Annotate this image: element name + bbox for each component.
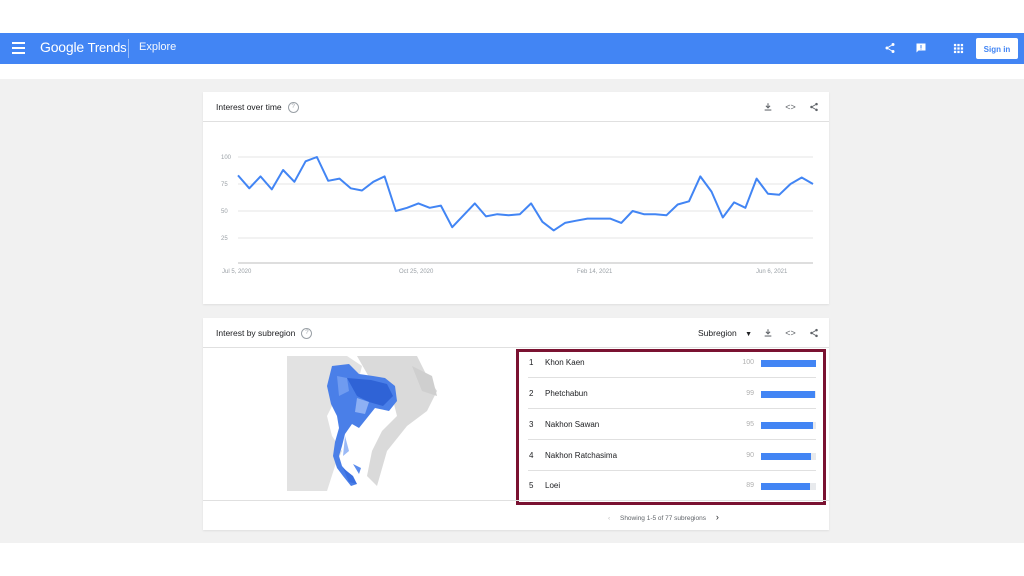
subregion-select[interactable]: Subregion ▼ xyxy=(698,328,752,338)
subregion-select-label: Subregion xyxy=(698,328,737,338)
trends-page: Google Trends Explore Sign in Interest o… xyxy=(0,33,1024,543)
y-tick-label: 50 xyxy=(221,209,228,215)
interest-by-subregion-title: Interest by subregion? xyxy=(216,328,313,340)
prev-page-icon[interactable]: ‹ xyxy=(608,515,610,522)
dropdown-arrow-icon: ▼ xyxy=(745,331,753,338)
card-title-text: Interest over time xyxy=(216,102,282,112)
brand-google: Google xyxy=(40,39,84,55)
thailand-map[interactable] xyxy=(287,356,447,491)
row-name: Khon Kaen xyxy=(545,358,585,367)
feedback-icon[interactable] xyxy=(913,40,929,56)
row-bar xyxy=(761,453,816,460)
interest-over-time-card: Interest over time? <> 100 75 50 25 Jul 5, 2… xyxy=(203,92,829,304)
row-bar xyxy=(761,483,816,490)
row-value: 99 xyxy=(746,390,754,397)
y-tick-label: 25 xyxy=(221,236,228,242)
top-app-bar: Google Trends Explore Sign in xyxy=(0,33,1024,64)
row-bar-fill xyxy=(761,453,811,460)
next-page-icon[interactable]: › xyxy=(716,512,719,522)
list-item[interactable]: 1 Khon Kaen 100 xyxy=(528,348,816,378)
section-title: Explore xyxy=(139,41,177,53)
download-icon[interactable] xyxy=(762,101,773,112)
row-bar xyxy=(761,422,816,429)
row-bar-fill xyxy=(761,483,810,490)
list-item[interactable]: 3 Nakhon Sawan 95 xyxy=(528,410,816,440)
row-bar-fill xyxy=(761,422,814,429)
series-line[interactable] xyxy=(237,156,814,232)
pagination: ‹ Showing 1-5 of 77 subregions › xyxy=(608,512,719,522)
row-value: 95 xyxy=(746,421,754,428)
row-value: 90 xyxy=(746,452,754,459)
row-divider xyxy=(528,439,816,440)
list-item[interactable]: 5 Loei 89 xyxy=(528,471,816,501)
pager-text: Showing 1-5 of 77 subregions xyxy=(619,515,706,522)
share-icon[interactable] xyxy=(808,327,819,338)
x-tick-label: Jul 5, 2020 xyxy=(222,269,252,275)
list-item[interactable]: 2 Phetchabun 99 xyxy=(528,379,816,409)
sign-in-button[interactable]: Sign in xyxy=(976,38,1018,59)
row-divider xyxy=(528,408,816,409)
header-divider xyxy=(128,39,129,58)
x-tick-label: Feb 14, 2021 xyxy=(577,269,613,275)
y-tick-label: 100 xyxy=(221,155,232,161)
list-item[interactable]: 4 Nakhon Ratchasima 90 xyxy=(528,441,816,471)
row-rank: 4 xyxy=(529,451,534,460)
interest-over-time-title: Interest over time? xyxy=(216,102,299,114)
x-tick-label: Jun 6, 2021 xyxy=(756,269,788,275)
menu-icon[interactable] xyxy=(12,42,25,54)
help-icon[interactable]: ? xyxy=(301,328,313,340)
row-divider xyxy=(528,377,816,378)
brand-trends: Trends xyxy=(87,40,127,55)
explore-bar xyxy=(0,64,1024,79)
row-value: 100 xyxy=(742,359,754,366)
help-icon[interactable]: ? xyxy=(287,102,299,114)
share-icon[interactable] xyxy=(882,40,898,56)
row-rank: 5 xyxy=(529,481,534,490)
card-actions: <> xyxy=(762,327,819,338)
row-rank: 2 xyxy=(529,389,534,398)
brand-logo[interactable]: Google Trends xyxy=(40,39,127,55)
interest-by-subregion-card: Interest by subregion? Subregion ▼ <> 1 … xyxy=(203,318,829,530)
row-value: 89 xyxy=(746,482,754,489)
download-icon[interactable] xyxy=(762,327,773,338)
row-name: Loei xyxy=(545,481,561,490)
interest-line-chart: 100 75 50 25 Jul 5, 2020 Oct 25, 2020 Feb 14, … xyxy=(221,155,814,275)
row-rank: 3 xyxy=(529,420,534,429)
row-bar xyxy=(761,391,816,398)
card-divider xyxy=(203,500,829,501)
y-tick-label: 75 xyxy=(221,182,228,188)
card-title-text: Interest by subregion xyxy=(216,328,296,338)
row-bar-fill xyxy=(761,391,816,398)
row-name: Nakhon Sawan xyxy=(545,420,600,429)
embed-icon[interactable]: <> xyxy=(785,101,796,112)
embed-icon[interactable]: <> xyxy=(785,327,796,338)
row-bar xyxy=(761,360,816,367)
share-icon[interactable] xyxy=(808,101,819,112)
row-name: Nakhon Ratchasima xyxy=(545,451,618,460)
row-name: Phetchabun xyxy=(545,389,588,398)
card-actions: <> xyxy=(762,101,819,112)
apps-icon[interactable] xyxy=(950,40,966,56)
row-rank: 1 xyxy=(529,358,534,367)
row-bar-fill xyxy=(761,360,816,367)
x-tick-label: Oct 25, 2020 xyxy=(399,269,434,275)
